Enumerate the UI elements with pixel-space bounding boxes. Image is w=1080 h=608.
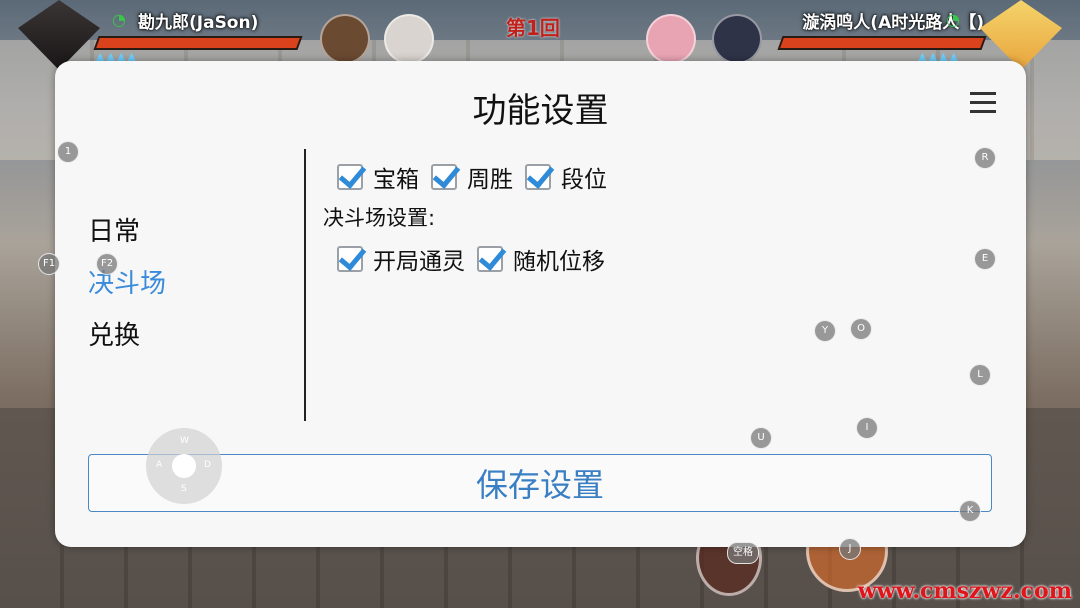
battle-hud: ◔ 勘九郎(JaSon) ▲▲▲▲ 第1回 漩涡鸣人(A时光路人【) ◔ ▲▲▲… (0, 0, 1080, 70)
joystick-label-s: S (181, 484, 187, 494)
wifi-icon: ◔ (946, 10, 960, 29)
key-u[interactable]: U (750, 427, 772, 449)
sidebar-item-daily[interactable]: 日常 (88, 211, 166, 247)
sidebar-divider (304, 149, 306, 421)
right-player-avatar (980, 0, 1062, 70)
checkbox-label: 段位 (561, 167, 607, 193)
joystick-knob[interactable] (172, 454, 196, 478)
key-e[interactable]: E (974, 248, 996, 270)
checkbox-checked-icon[interactable] (337, 164, 363, 190)
arena-settings-label: 决斗场设置: (323, 206, 436, 230)
checkbox-checked-icon[interactable] (431, 164, 457, 190)
checkbox-label: 周胜 (467, 167, 513, 193)
virtual-joystick[interactable]: W A D S (146, 428, 222, 504)
sidebar-item-exchange[interactable]: 兑换 (88, 315, 166, 351)
checkbox-label: 开局通灵 (373, 249, 465, 275)
checkbox-row: 开局通灵 随机位移 (337, 239, 996, 279)
key-y[interactable]: Y (814, 320, 836, 342)
support-avatar (712, 14, 762, 64)
save-settings-button[interactable]: 保存设置 (88, 454, 992, 512)
checkbox-checked-icon[interactable] (477, 246, 503, 272)
checkbox-label: 宝箱 (373, 167, 419, 193)
key-k[interactable]: K (959, 500, 981, 522)
opening-summon-checkbox[interactable]: 开局通灵 (337, 242, 465, 276)
support-avatar (320, 14, 370, 64)
joystick-label-d: D (204, 460, 211, 470)
support-avatar (384, 14, 434, 64)
left-player-avatar (18, 0, 100, 70)
checkbox-checked-icon[interactable] (337, 246, 363, 272)
weekly-wins-checkbox[interactable]: 周胜 (431, 160, 513, 194)
key-r[interactable]: R (974, 147, 996, 169)
joystick-label-w: W (180, 436, 189, 446)
joystick-label-a: A (156, 460, 163, 470)
right-hp-bar (777, 36, 987, 50)
checkbox-row: 宝箱 周胜 段位 (337, 157, 996, 197)
key-j[interactable]: J (839, 538, 861, 560)
support-avatar (646, 14, 696, 64)
key-1[interactable]: 1 (57, 141, 79, 163)
key-f1[interactable]: F1 (38, 253, 60, 275)
random-displacement-checkbox[interactable]: 随机位移 (477, 242, 605, 276)
settings-content: 宝箱 周胜 段位 决斗场设置: 开局通灵 随机位移 (323, 157, 996, 279)
left-hp-bar (93, 36, 303, 50)
chest-checkbox[interactable]: 宝箱 (337, 160, 419, 194)
wifi-icon: ◔ (112, 10, 126, 29)
key-f2[interactable]: F2 (96, 253, 118, 275)
key-l[interactable]: L (969, 364, 991, 386)
checkbox-checked-icon[interactable] (525, 164, 551, 190)
watermark: www.cmszwz.com (857, 578, 1072, 604)
dialog-title: 功能设置 (472, 91, 609, 131)
checkbox-label: 随机位移 (513, 249, 605, 275)
key-o[interactable]: O (850, 318, 872, 340)
key-space[interactable]: 空格 (727, 542, 759, 564)
rank-checkbox[interactable]: 段位 (525, 160, 607, 194)
menu-icon[interactable] (970, 92, 996, 114)
key-i[interactable]: I (856, 417, 878, 439)
left-player-name: 勘九郎(JaSon) (138, 13, 259, 33)
sidebar: 日常 决斗场 兑换 (88, 211, 166, 367)
round-indicator: 第1回 (506, 16, 560, 40)
